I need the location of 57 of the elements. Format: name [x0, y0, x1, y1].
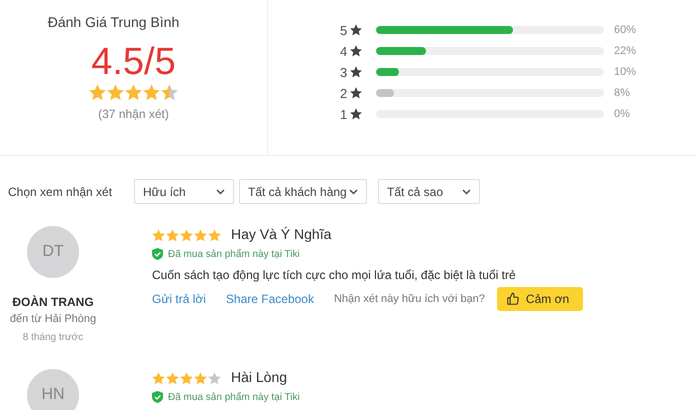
- review-time: 8 tháng trước: [22, 332, 84, 343]
- filter-dropdown[interactable]: Tất cả sao: [378, 179, 480, 204]
- star-icon: [194, 372, 207, 384]
- review-title: Hay Và Ý Nghĩa: [231, 226, 332, 242]
- chevron-icon: [349, 188, 358, 194]
- star-icon: [152, 372, 165, 384]
- star-icon: [180, 372, 193, 384]
- filter-label: Chọn xem nhận xét: [8, 184, 114, 198]
- thanks-button[interactable]: Cảm ơn: [496, 287, 584, 311]
- star-level-label: 4: [340, 44, 348, 58]
- summary-title: Đánh Giá Trung Bình: [48, 14, 180, 30]
- rating-percent: 0%: [614, 108, 630, 120]
- star-icon: [350, 108, 362, 120]
- star-level-label: 5: [340, 22, 348, 38]
- verified-purchase-label: Đã mua sản phẩm này tại Tiki: [168, 392, 300, 402]
- star-icon: [350, 87, 362, 99]
- star-level-label: 1: [340, 106, 348, 122]
- shield-check-icon: [152, 391, 163, 403]
- reviewer-name: ĐOÀN TRANG: [12, 295, 94, 309]
- star-icon: [89, 84, 106, 101]
- review-title: Hài Lòng: [231, 369, 288, 385]
- average-score: 4.5/5: [91, 42, 176, 82]
- star-icon: [180, 228, 193, 242]
- star-icon: [194, 228, 207, 242]
- filter-dropdown[interactable]: Tất cả khách hàng: [239, 179, 367, 204]
- review-text: Cuốn sách tạo động lực tích cực cho mọi lứa tuổi, đặc biệt là tuổi trẻ: [152, 268, 517, 282]
- star-icon: [208, 228, 221, 242]
- star-icon: [166, 228, 179, 242]
- star-icon: [350, 66, 362, 78]
- chevron-icon: [216, 188, 225, 194]
- shield-check-icon: [152, 248, 163, 260]
- star-icon: [350, 45, 362, 57]
- star-icon: [143, 84, 160, 101]
- rating-percent: 60%: [614, 24, 636, 36]
- filter-dropdown[interactable]: Hữu ích: [134, 179, 234, 204]
- rating-percent: 10%: [614, 66, 636, 78]
- avatar: DT: [27, 226, 79, 278]
- star-icon: [125, 84, 142, 101]
- reviewer-location: đến từ Hải Phòng: [10, 313, 96, 325]
- thumbs-up-icon: [506, 292, 520, 306]
- verified-purchase-label: Đã mua sản phẩm này tại Tiki: [168, 248, 300, 260]
- star-icon: [161, 84, 178, 101]
- star-icon: [107, 84, 124, 101]
- reply-link[interactable]: Gửi trả lời: [152, 292, 206, 306]
- star-icon: [208, 372, 221, 384]
- share-link[interactable]: Share Facebook: [226, 292, 314, 306]
- star-level-label: 3: [340, 64, 348, 80]
- helpful-question: Nhận xét này hữu ích với bạn?: [334, 293, 485, 305]
- star-icon: [166, 372, 179, 384]
- review-count: (37 nhận xét): [98, 107, 169, 121]
- star-icon: [350, 24, 362, 36]
- star-level-label: 2: [340, 86, 348, 100]
- rating-percent: 22%: [614, 45, 636, 57]
- rating-percent: 8%: [614, 87, 630, 99]
- star-icon: [152, 228, 165, 242]
- avatar: HN: [27, 369, 79, 410]
- chevron-icon: [462, 188, 471, 194]
